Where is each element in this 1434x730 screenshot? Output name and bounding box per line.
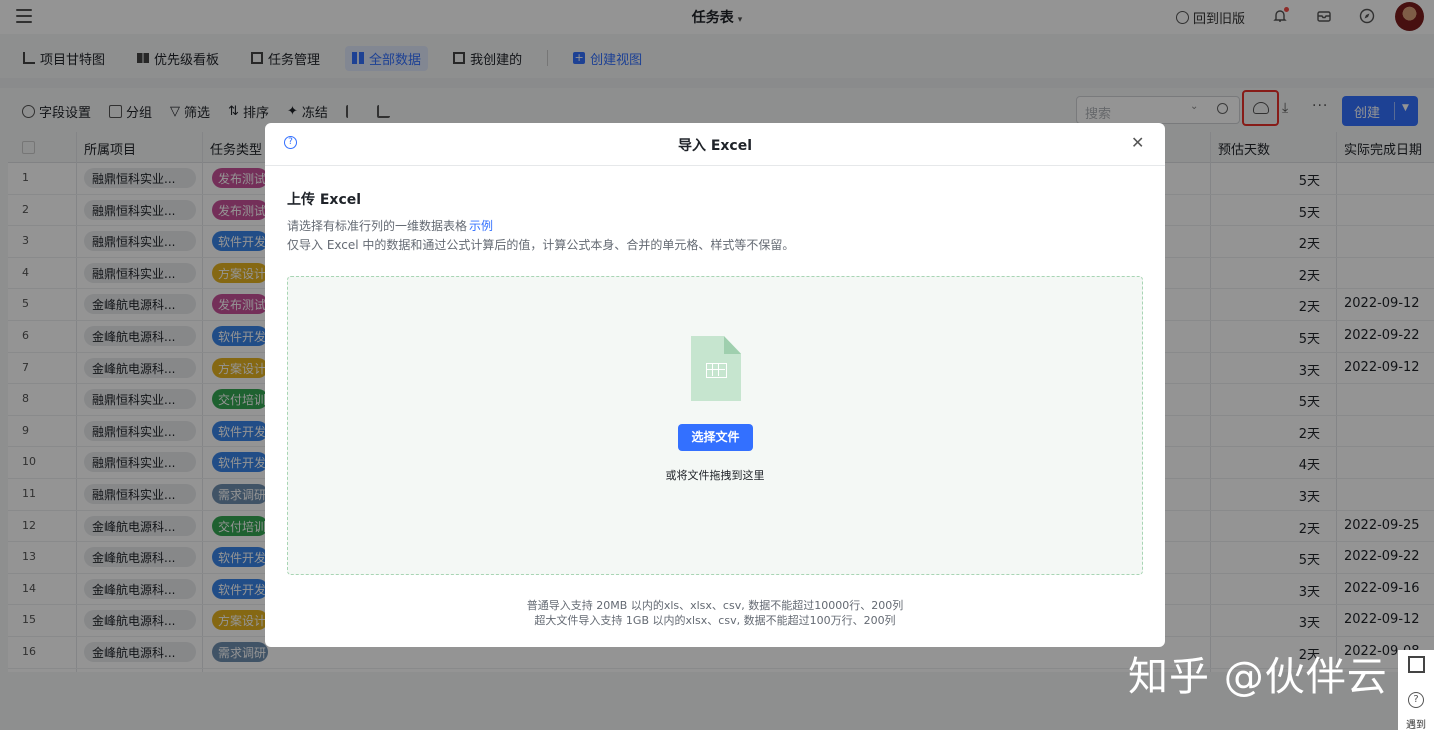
limit-note-2: 超大文件导入支持 1GB 以内的xlsx、csv, 数据不能超过100万行、20…	[534, 614, 896, 627]
side-label: 遇到	[1406, 720, 1426, 730]
choose-file-button[interactable]: 选择文件	[678, 424, 753, 451]
dialog-header: ? 导入 Excel ✕	[265, 123, 1165, 166]
example-link[interactable]: 示例	[469, 219, 493, 233]
spreadsheet-file-icon	[691, 336, 741, 401]
close-icon[interactable]: ✕	[1131, 133, 1144, 152]
qr-code-icon[interactable]	[1408, 656, 1425, 673]
description-line-1: 请选择有标准行列的一维数据表格 示例	[287, 219, 494, 233]
file-drop-zone[interactable]: 选择文件 或将文件拖拽到这里	[287, 276, 1143, 575]
help-icon[interactable]: ?	[1408, 692, 1424, 708]
import-excel-dialog: ? 导入 Excel ✕ 上传 Excel 请选择有标准行列的一维数据表格 示例 …	[265, 123, 1165, 647]
description-line-2: 仅导入 Excel 中的数据和通过公式计算后的值，计算公式本身、合并的单元格、样…	[287, 238, 795, 252]
dialog-title: 导入 Excel	[677, 138, 753, 154]
watermark: 知乎 @伙伴云	[1128, 654, 1388, 700]
limit-note-1: 普通导入支持 20MB 以内的xls、xlsx、csv, 数据不能超过10000…	[526, 599, 904, 612]
drag-hint: 或将文件拖拽到这里	[665, 469, 765, 482]
section-title: 上传 Excel	[287, 192, 362, 208]
